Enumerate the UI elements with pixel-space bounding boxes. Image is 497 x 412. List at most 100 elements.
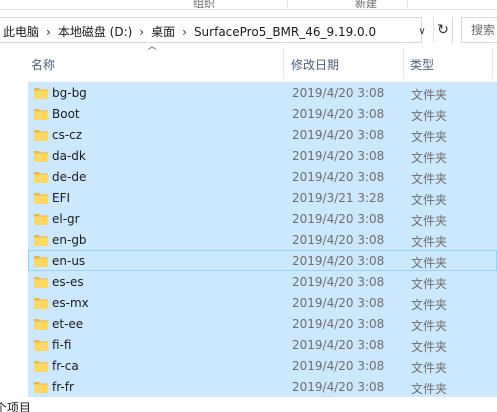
folder-icon — [34, 235, 48, 246]
breadcrumb-desktop[interactable]: 桌面 — [149, 23, 177, 40]
file-date: 2019/4/20 3:08 — [292, 254, 385, 268]
file-type: 文件夹 — [411, 256, 448, 270]
file-type: 文件夹 — [411, 88, 448, 102]
file-row[interactable]: en-gb 2019/4/20 3:08 文件夹 — [28, 229, 497, 250]
column-resize-handle[interactable] — [403, 47, 404, 79]
address-bar[interactable]: 此电脑 › 本地磁盘 (D:) › 桌面 › SurfacePro5_BMR_46_9.19… — [0, 17, 426, 43]
file-type: 文件夹 — [411, 214, 448, 228]
file-row[interactable]: de-de 2019/4/20 3:08 文件夹 — [28, 166, 497, 187]
file-row[interactable]: fr-ca 2019/4/20 3:08 文件夹 — [28, 355, 497, 376]
file-type: 文件夹 — [411, 340, 448, 354]
folder-icon — [34, 256, 48, 267]
file-type: 文件夹 — [411, 130, 448, 144]
file-row[interactable]: Boot 2019/4/20 3:08 文件夹 — [28, 103, 497, 124]
file-type: 文件夹 — [411, 277, 448, 291]
file-type: 文件夹 — [411, 382, 448, 396]
column-header-row: ^ 名称 修改日期 类型 — [0, 46, 497, 79]
file-date: 2019/4/20 3:08 — [292, 107, 385, 121]
ribbon-group-new: 新建 — [355, 0, 377, 10]
file-type: 文件夹 — [411, 319, 448, 333]
address-history-dropdown-button[interactable]: ∨ — [411, 18, 433, 44]
refresh-icon: ↻ — [437, 22, 449, 38]
file-date: 2019/4/20 3:08 — [292, 296, 385, 310]
file-row[interactable]: da-dk 2019/4/20 3:08 文件夹 — [28, 145, 497, 166]
ribbon-divider — [407, 0, 408, 9]
ribbon-group-organize: 组织 — [193, 0, 215, 10]
folder-icon — [34, 382, 48, 393]
file-name: fi-fi — [52, 338, 72, 352]
file-row[interactable]: EFI 2019/3/21 3:28 文件夹 — [28, 187, 497, 208]
file-date: 2019/4/20 3:08 — [292, 149, 385, 163]
file-name: de-de — [52, 170, 87, 184]
item-count: 个项目 — [0, 401, 32, 412]
chevron-right-icon[interactable]: › — [46, 25, 51, 39]
file-name: et-ee — [52, 317, 84, 331]
column-header-date[interactable]: 修改日期 — [291, 56, 339, 73]
file-date: 2019/4/20 3:08 — [292, 380, 385, 394]
file-date: 2019/4/20 3:08 — [292, 170, 385, 184]
file-name: EFI — [52, 191, 71, 205]
file-name: en-us — [52, 254, 86, 268]
file-row[interactable]: en-us 2019/4/20 3:08 文件夹 — [28, 250, 497, 271]
folder-icon — [34, 109, 48, 120]
file-row[interactable]: el-gr 2019/4/20 3:08 文件夹 — [28, 208, 497, 229]
file-row[interactable]: cs-cz 2019/4/20 3:08 文件夹 — [28, 124, 497, 145]
column-header-name[interactable]: 名称 — [31, 56, 55, 73]
file-date: 2019/4/20 3:08 — [292, 317, 385, 331]
file-name: Boot — [52, 107, 80, 121]
file-name: fr-fr — [52, 380, 74, 394]
file-row[interactable]: et-ee 2019/4/20 3:08 文件夹 — [28, 313, 497, 334]
file-date: 2019/4/20 3:08 — [292, 212, 385, 226]
folder-icon — [34, 130, 48, 141]
chevron-right-icon[interactable]: › — [139, 25, 144, 39]
ribbon: 组织 新建 — [0, 0, 497, 10]
folder-icon — [34, 172, 48, 183]
folder-icon — [34, 151, 48, 162]
search-box[interactable] — [461, 17, 497, 43]
folder-icon — [34, 193, 48, 204]
folder-icon — [34, 214, 48, 225]
refresh-button[interactable]: ↻ — [433, 17, 453, 43]
folder-icon — [34, 298, 48, 309]
chevron-right-icon[interactable]: › — [182, 25, 187, 39]
sort-ascending-icon: ^ — [145, 46, 159, 57]
address-row: 此电脑 › 本地磁盘 (D:) › 桌面 › SurfacePro5_BMR_46_9.19… — [0, 17, 497, 44]
folder-icon — [34, 361, 48, 372]
file-type: 文件夹 — [411, 298, 448, 312]
file-date: 2019/4/20 3:08 — [292, 275, 385, 289]
column-resize-handle[interactable] — [283, 47, 284, 79]
file-row[interactable]: es-mx 2019/4/20 3:08 文件夹 — [28, 292, 497, 313]
file-name: da-dk — [52, 149, 86, 163]
breadcrumb-local-disk[interactable]: 本地磁盘 (D:) — [56, 23, 134, 40]
file-name: cs-cz — [52, 128, 83, 142]
ribbon-divider — [287, 0, 288, 9]
folder-icon — [34, 319, 48, 330]
file-name: es-es — [52, 275, 84, 289]
file-type: 文件夹 — [411, 151, 448, 165]
file-name: en-gb — [52, 233, 87, 247]
chevron-down-icon: ∨ — [418, 25, 426, 37]
file-date: 2019/4/20 3:08 — [292, 86, 385, 100]
file-row[interactable]: fi-fi 2019/4/20 3:08 文件夹 — [28, 334, 497, 355]
breadcrumb-this-pc[interactable]: 此电脑 — [1, 23, 41, 40]
file-date: 2019/4/20 3:08 — [292, 338, 385, 352]
column-resize-handle[interactable] — [492, 47, 493, 79]
file-row[interactable]: es-es 2019/4/20 3:08 文件夹 — [28, 271, 497, 292]
file-type: 文件夹 — [411, 235, 448, 249]
file-name: fr-ca — [52, 359, 79, 373]
file-row[interactable]: bg-bg 2019/4/20 3:08 文件夹 — [28, 82, 497, 103]
file-date: 2019/4/20 3:08 — [292, 359, 385, 373]
file-name: es-mx — [52, 296, 89, 310]
file-date: 2019/4/20 3:08 — [292, 128, 385, 142]
file-type: 文件夹 — [411, 172, 448, 186]
search-input[interactable] — [462, 18, 497, 42]
file-type: 文件夹 — [411, 193, 448, 207]
file-type: 文件夹 — [411, 109, 448, 123]
status-bar: 个项目 — [0, 398, 497, 412]
file-row[interactable]: fr-fr 2019/4/20 3:08 文件夹 — [28, 376, 497, 397]
file-name: el-gr — [52, 212, 80, 226]
breadcrumb-current-folder[interactable]: SurfacePro5_BMR_46_9.19.0.0 — [192, 25, 378, 39]
file-date: 2019/4/20 3:08 — [292, 233, 385, 247]
column-header-type[interactable]: 类型 — [410, 56, 434, 73]
file-type: 文件夹 — [411, 361, 448, 375]
